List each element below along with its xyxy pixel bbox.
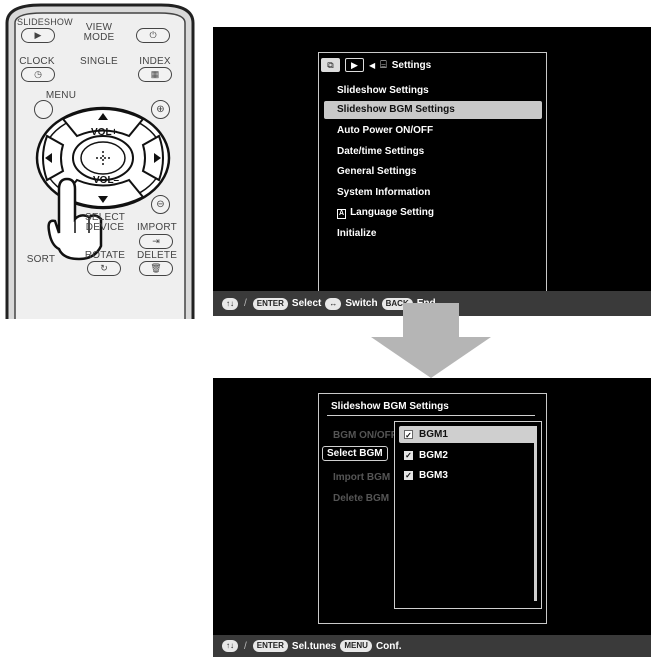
status-bar: ↑↓ / ENTER Sel.tunes MENU Conf. — [213, 635, 651, 657]
settings-title: Settings — [391, 59, 432, 71]
menu-item-system-information[interactable]: System Information — [324, 184, 542, 202]
select-device-label: SELECT DEVICE — [85, 212, 126, 233]
slideshow-button[interactable]: ▶ — [21, 28, 55, 43]
vol-down-label: VOL– — [93, 175, 120, 186]
delete-label: DELETE — [137, 250, 178, 261]
bgm-item-2[interactable]: ✓ BGM2 — [399, 447, 536, 464]
select-hint: Select — [291, 298, 322, 309]
sel-tunes-hint: Sel.tunes — [291, 640, 337, 652]
chevron-left-icon: ◀ — [369, 60, 376, 70]
menu-item-initialize[interactable]: Initialize — [324, 225, 542, 243]
left-item-select-bgm[interactable]: Select BGM — [322, 446, 388, 461]
checkbox-icon[interactable]: ✓ — [404, 451, 413, 460]
menu-item-language-setting[interactable]: A Language Setting — [324, 204, 542, 222]
title-divider — [327, 415, 535, 416]
checkbox-icon[interactable]: ✓ — [404, 430, 413, 440]
toolbox-icon: ⌸ — [380, 58, 387, 71]
arrow-keys-icon: ↑↓ — [222, 640, 238, 652]
clock-button[interactable]: ◷ — [21, 67, 55, 82]
language-icon: A — [337, 209, 347, 219]
bgm-item-label: BGM1 — [419, 429, 448, 440]
slideshow-label: SLIDESHOW — [17, 17, 73, 27]
settings-panel: ⧉ ▶ ◀ ⌸ Settings Slideshow Settings Slid… — [318, 52, 547, 310]
index-button[interactable]: ▦ — [138, 67, 172, 82]
menu-key-icon: MENU — [340, 640, 372, 652]
vol-up-label: VOL+ — [91, 127, 118, 138]
rotate-button[interactable]: ↻ — [87, 261, 121, 276]
image-tab-icon[interactable]: ⧉ — [321, 58, 340, 72]
conf-hint: Conf. — [375, 640, 402, 652]
import-button[interactable]: ⇥ — [139, 234, 173, 249]
left-item-delete-bgm[interactable]: Delete BGM — [333, 493, 389, 504]
menu-item-date-time[interactable]: Date/time Settings — [324, 143, 542, 161]
clock-label: CLOCK — [19, 56, 55, 67]
bgm-settings-title: Slideshow BGM Settings — [331, 401, 449, 412]
status-slash: / — [244, 298, 247, 309]
rotate-label: ROTATE — [84, 250, 126, 261]
zoom-in-button[interactable]: ⊕ — [151, 100, 170, 119]
remote-control: SLIDESHOW ▶ VIEW MODE ⏻ CLOCK ◷ SINGLE I… — [1, 1, 196, 319]
bgm-list-popup: ✓ BGM1 ✓ BGM2 ✓ BGM3 — [394, 421, 542, 609]
switch-key-icon: ↔ — [325, 297, 342, 310]
settings-header: ⧉ ▶ ◀ ⌸ Settings — [321, 56, 431, 74]
bgm-item-label: BGM2 — [419, 450, 448, 461]
arrow-keys-icon: ↑↓ — [222, 297, 238, 310]
bgm-item-3[interactable]: ✓ BGM3 — [399, 467, 536, 484]
delete-button[interactable]: 🗑 — [139, 261, 173, 276]
menu-item-slideshow-settings[interactable]: Slideshow Settings — [324, 82, 542, 100]
settings-screen: ⧉ ▶ ◀ ⌸ Settings Slideshow Settings Slid… — [213, 27, 651, 316]
down-arrow-icon — [371, 303, 491, 378]
bgm-settings-panel: Slideshow BGM Settings BGM ON/OFF Select… — [318, 393, 547, 624]
status-slash: / — [244, 640, 247, 652]
view-mode-label: VIEW MODE — [83, 22, 115, 43]
power-button[interactable]: ⏻ — [136, 28, 170, 43]
scrollbar[interactable] — [534, 426, 537, 601]
menu-label: MENU — [45, 90, 77, 101]
single-label: SINGLE — [80, 56, 118, 67]
left-item-bgm-on-off[interactable]: BGM ON/OFF — [333, 430, 397, 441]
enter-key-icon: ENTER — [252, 640, 288, 652]
bgm-item-1[interactable]: ✓ BGM1 — [399, 426, 536, 443]
sort-label: SORT — [26, 254, 56, 265]
menu-button[interactable] — [34, 100, 53, 119]
bgm-settings-screen: Slideshow BGM Settings BGM ON/OFF Select… — [213, 378, 651, 657]
index-label: INDEX — [139, 56, 171, 67]
menu-item-auto-power[interactable]: Auto Power ON/OFF — [324, 122, 542, 140]
import-label: IMPORT — [137, 222, 177, 233]
checkbox-icon[interactable]: ✓ — [404, 471, 413, 480]
left-item-import-bgm[interactable]: Import BGM — [333, 472, 390, 483]
enter-key-icon: ENTER — [252, 297, 288, 310]
language-setting-label: Language Setting — [350, 207, 434, 218]
zoom-out-button[interactable]: ⊖ — [151, 195, 170, 214]
menu-item-slideshow-bgm-settings[interactable]: Slideshow BGM Settings — [324, 101, 542, 119]
bgm-item-label: BGM3 — [419, 470, 448, 481]
slideshow-tab-icon[interactable]: ▶ — [345, 58, 364, 72]
menu-item-general-settings[interactable]: General Settings — [324, 163, 542, 181]
